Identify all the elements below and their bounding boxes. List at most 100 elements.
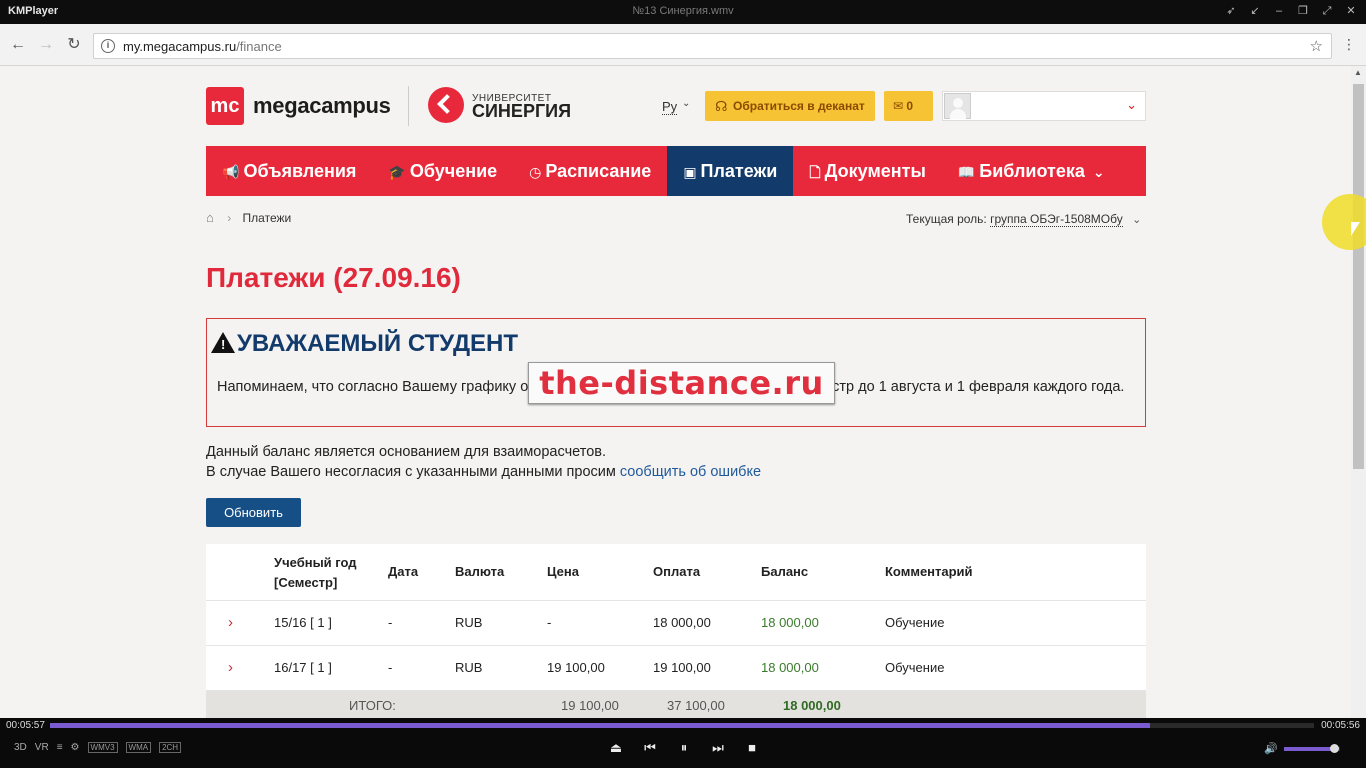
main-nav: 📢 Объявления 🎓 Обучение ◷ Расписание ▣ Плате… xyxy=(206,146,1146,196)
close-icon[interactable]: ✕ xyxy=(1344,3,1358,19)
col-header-year[interactable]: Учебный год [Семестр] xyxy=(274,553,357,593)
volume-slider[interactable] xyxy=(1284,744,1340,753)
nav-item-payments[interactable]: ▣ Платежи xyxy=(667,146,794,196)
nav-item-library[interactable]: 📖 Библиотека ⌄ xyxy=(942,146,1125,196)
total-payment: 37 100,00 xyxy=(667,698,725,713)
chevron-right-icon[interactable]: › xyxy=(228,614,233,631)
pause-icon[interactable]: ⏸ xyxy=(676,740,692,756)
col-header-balance[interactable]: Баланс xyxy=(761,564,808,579)
video-codec-badge: WMV3 xyxy=(87,742,118,753)
minimize-icon[interactable]: – xyxy=(1272,3,1286,19)
col-header-comment[interactable]: Комментарий xyxy=(885,564,973,579)
3d-mode-button[interactable]: 3D xyxy=(14,742,27,753)
scroll-up-icon[interactable]: ▲ xyxy=(1354,68,1362,77)
scrollbar-thumb[interactable] xyxy=(1353,84,1364,469)
nav-item-schedule[interactable]: ◷ Расписание xyxy=(513,146,667,196)
previous-icon[interactable]: ⏮ xyxy=(642,740,658,756)
url-text[interactable]: my.megacampus.ru/finance xyxy=(123,39,282,54)
bookmark-star-icon[interactable]: ☆ xyxy=(1310,37,1323,55)
vr-mode-button[interactable]: VR xyxy=(35,742,49,753)
home-icon[interactable]: ⌂ xyxy=(206,210,214,225)
nav-item-label: Объявления xyxy=(243,161,357,181)
money-icon: ▣ xyxy=(683,164,697,180)
page-scrollbar[interactable]: ▲ xyxy=(1351,66,1366,718)
contact-dean-button[interactable]: ☊ Обратиться в деканат xyxy=(705,91,875,121)
current-role: Текущая роль: группа ОБЭг-1508МОбу ⌄ xyxy=(906,212,1141,227)
payments-table: Учебный год [Семестр] Дата Валюта Цена О… xyxy=(206,544,1146,718)
chevron-down-icon: ⌄ xyxy=(1092,164,1105,180)
cell-currency: RUB xyxy=(455,615,483,630)
col-header-date[interactable]: Дата xyxy=(388,564,418,579)
chevron-down-icon[interactable]: ⌄ xyxy=(1132,214,1141,226)
cell-payment: 18 000,00 xyxy=(653,615,711,630)
table-row[interactable]: › 15/16 [ 1 ] - RUB - 18 000,00 18 000,0… xyxy=(206,601,1146,646)
user-menu[interactable]: ⌄ xyxy=(942,91,1146,121)
megacampus-logo-text[interactable]: megacampus xyxy=(253,93,391,119)
eject-icon[interactable]: ⏏ xyxy=(608,740,624,756)
report-error-link[interactable]: сообщить об ошибке xyxy=(620,464,761,480)
seek-bar[interactable] xyxy=(50,723,1314,728)
language-selector[interactable]: Ру xyxy=(662,99,678,115)
col-header-payment[interactable]: Оплата xyxy=(653,564,700,579)
audio-codec-badge: WMA xyxy=(125,742,152,753)
watermark: the-distance.ru xyxy=(528,362,835,404)
refresh-button[interactable]: Обновить xyxy=(206,498,301,527)
chevron-right-icon[interactable]: › xyxy=(228,659,233,676)
nav-item-documents[interactable]: 🗋 Документы xyxy=(793,146,941,196)
settings-gear-icon[interactable]: ⚙ xyxy=(71,742,80,753)
forward-icon[interactable]: → xyxy=(36,35,56,55)
next-icon[interactable]: ⏭ xyxy=(710,740,726,756)
player-left-controls: 3D VR ≡ ⚙ WMV3 WMA 2CH xyxy=(14,742,182,753)
browser-menu-icon[interactable]: ⋮ xyxy=(1342,36,1356,53)
megacampus-logo-mark[interactable]: mc xyxy=(206,87,244,125)
col-header-price[interactable]: Цена xyxy=(547,564,579,579)
player-title-bar: KMPlayer №13 Синергия.wmv ➶ ↙ – ❐ ⤢ ✕ xyxy=(0,0,1366,24)
back-icon[interactable]: ← xyxy=(8,35,28,55)
playlist-icon[interactable]: ≡ xyxy=(57,742,63,753)
clock-icon: ◷ xyxy=(529,164,542,180)
role-selector[interactable]: группа ОБЭг-1508МОбу xyxy=(990,212,1123,227)
graduation-cap-icon: 🎓 xyxy=(388,164,406,180)
logo-divider xyxy=(408,86,409,126)
col-header-currency[interactable]: Валюта xyxy=(455,564,504,579)
book-icon: 📖 xyxy=(957,164,976,180)
reload-icon[interactable]: ↻ xyxy=(64,35,84,55)
cell-payment: 19 100,00 xyxy=(653,660,711,675)
table-row[interactable]: › 16/17 [ 1 ] - RUB 19 100,00 19 100,00 … xyxy=(206,646,1146,691)
warning-icon: ! xyxy=(211,332,235,353)
volume-icon[interactable]: 🔊 xyxy=(1264,742,1278,755)
window-controls: ➶ ↙ – ❐ ⤢ ✕ xyxy=(1224,3,1358,19)
compact-mode-icon[interactable]: ↙ xyxy=(1248,3,1262,19)
nav-item-education[interactable]: 🎓 Обучение xyxy=(372,146,513,196)
megaphone-icon: 📢 xyxy=(222,164,240,180)
table-total-row: ИТОГО: 19 100,00 37 100,00 18 000,00 xyxy=(206,691,1146,718)
pin-icon[interactable]: ➶ xyxy=(1224,3,1238,19)
chevron-down-icon[interactable]: ⌄ xyxy=(682,98,690,109)
player-file-name: №13 Синергия.wmv xyxy=(632,5,734,17)
document-icon: 🗋 xyxy=(809,164,821,180)
cell-price: 19 100,00 xyxy=(547,660,605,675)
cell-date: - xyxy=(388,615,393,630)
messages-button[interactable]: ✉ 0 xyxy=(884,91,933,121)
cell-price: - xyxy=(547,615,552,630)
headset-icon: ☊ xyxy=(715,98,728,114)
stop-icon[interactable]: ■ xyxy=(744,740,760,756)
nav-item-announcements[interactable]: 📢 Объявления xyxy=(206,146,372,196)
mouse-cursor-icon xyxy=(1351,222,1360,236)
volume-fill xyxy=(1284,747,1335,751)
alert-title: УВАЖАЕМЫЙ СТУДЕНТ xyxy=(237,330,519,357)
chevron-down-icon[interactable]: ⌄ xyxy=(1126,97,1137,113)
synergy-logo-title: СИНЕРГИЯ xyxy=(472,101,572,121)
restore-icon[interactable]: ❐ xyxy=(1296,3,1310,19)
url-path: /finance xyxy=(236,39,282,54)
synergy-logo-icon[interactable] xyxy=(428,87,464,123)
volume-knob[interactable] xyxy=(1330,744,1340,753)
total-label: ИТОГО: xyxy=(349,698,396,713)
browser-toolbar: ← → ↻ i my.megacampus.ru/finance ☆ ⋮ xyxy=(0,24,1366,66)
fullscreen-icon[interactable]: ⤢ xyxy=(1320,3,1334,19)
address-bar[interactable]: i my.megacampus.ru/finance ☆ xyxy=(93,33,1332,59)
url-host: my.megacampus.ru xyxy=(123,39,237,54)
audio-channels-badge: 2CH xyxy=(159,742,182,753)
site-info-icon[interactable]: i xyxy=(101,39,115,53)
cell-balance: 18 000,00 xyxy=(761,660,819,675)
